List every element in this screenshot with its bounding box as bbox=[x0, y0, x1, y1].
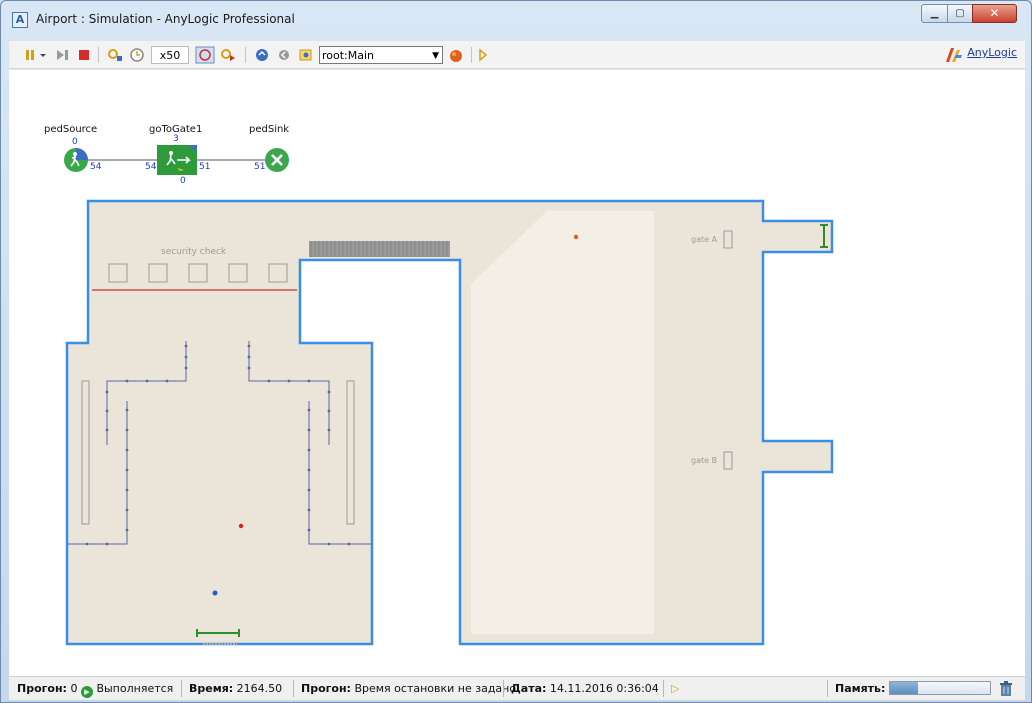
title-bar: A Airport : Simulation - AnyLogic Profes… bbox=[1, 1, 1031, 39]
anylogic-brand-label: AnyLogic bbox=[967, 46, 1017, 59]
date-status: Дата: 14.11.2016 0:36:04 bbox=[511, 682, 659, 695]
run-fast-icon[interactable] bbox=[219, 46, 237, 64]
close-button[interactable]: ✕ bbox=[972, 4, 1017, 23]
realtime-clock-icon[interactable] bbox=[128, 46, 146, 64]
stop-icon[interactable] bbox=[76, 46, 92, 64]
memory-label: Память: bbox=[835, 682, 886, 695]
navigate-back-icon[interactable] bbox=[275, 46, 293, 64]
airport-floor-plan bbox=[65, 199, 834, 646]
anylogic-logo-icon bbox=[946, 48, 963, 62]
model-animation bbox=[64, 145, 834, 646]
minimize-button[interactable]: ▁ bbox=[921, 4, 948, 23]
anylogic-brand-link[interactable]: AnyLogic bbox=[946, 46, 1017, 62]
status-separator bbox=[503, 680, 504, 697]
navigate-home-icon[interactable] bbox=[297, 46, 315, 64]
time-label: Время: bbox=[189, 682, 234, 695]
application-window: A Airport : Simulation - AnyLogic Profes… bbox=[0, 0, 1032, 703]
run-value: 0 bbox=[70, 682, 78, 695]
run-label: Прогон: bbox=[17, 682, 67, 695]
stop-label: Прогон: bbox=[301, 682, 351, 695]
pedestrian-agent[interactable] bbox=[573, 234, 579, 240]
navigate-up-icon[interactable] bbox=[253, 46, 271, 64]
run-state: Выполняется bbox=[96, 682, 174, 695]
experiment-select-value: root:Main bbox=[322, 49, 375, 62]
run-status: Прогон: 0 ▶ Выполняется bbox=[17, 682, 173, 698]
terminal-wall bbox=[65, 199, 834, 646]
model-time-icon[interactable] bbox=[106, 46, 124, 64]
pause-icon[interactable] bbox=[23, 46, 53, 64]
memory-value: 63M из 228M bbox=[922, 683, 976, 692]
ped-sink-icon[interactable] bbox=[265, 148, 289, 172]
date-label: Дата: bbox=[511, 682, 547, 695]
stop-value: Время остановки не задано bbox=[354, 682, 517, 695]
ped-source-icon[interactable] bbox=[64, 148, 88, 172]
go-to-gate-icon[interactable] bbox=[157, 145, 197, 175]
experiment-select[interactable]: root:Main ▼ bbox=[319, 46, 443, 64]
anylogic-app-icon: A bbox=[12, 12, 28, 28]
speed-field[interactable]: x50 bbox=[151, 46, 189, 64]
hall-floor-area bbox=[471, 211, 654, 634]
developer-panel-icon[interactable] bbox=[477, 46, 491, 64]
memory-bar: 63M из 228M bbox=[889, 681, 991, 695]
toolbar: x50 root:Main ▼ AnyLogic bbox=[9, 41, 1025, 69]
go-to-agent-icon[interactable] bbox=[447, 46, 465, 64]
step-icon[interactable] bbox=[55, 46, 71, 64]
memory-status: Память: bbox=[835, 682, 885, 695]
time-status: Время: 2164.50 bbox=[189, 682, 282, 695]
status-separator bbox=[293, 680, 294, 697]
escalator bbox=[309, 241, 450, 257]
trash-icon[interactable] bbox=[999, 681, 1013, 697]
memory-bar-fill bbox=[890, 682, 918, 694]
simulation-canvas[interactable]: pedSource goToGate1 pedSink 0 54 3 54 51… bbox=[9, 70, 1025, 676]
time-value: 2164.50 bbox=[236, 682, 283, 695]
toolbar-separator bbox=[245, 47, 246, 63]
maximize-button[interactable]: ▢ bbox=[947, 4, 973, 23]
stop-status: Прогон: Время остановки не задано bbox=[301, 682, 516, 695]
chevron-down-icon: ▼ bbox=[432, 51, 439, 61]
play-circle-icon: ▶ bbox=[80, 686, 93, 698]
pedestrian-agent[interactable] bbox=[238, 523, 244, 529]
toolbar-separator bbox=[98, 47, 99, 63]
gate-a-label: gate A bbox=[691, 235, 718, 244]
status-bar: Прогон: 0 ▶ Выполняется Время: 2164.50 П… bbox=[9, 676, 1025, 700]
security-check-label: security check bbox=[161, 247, 227, 257]
toolbar-separator bbox=[471, 47, 472, 63]
date-value: 14.11.2016 0:36:04 bbox=[549, 682, 659, 695]
status-separator bbox=[181, 680, 182, 697]
window-title: Airport : Simulation - AnyLogic Professi… bbox=[36, 12, 295, 26]
virtual-time-icon[interactable] bbox=[195, 46, 215, 64]
gate-b-label: gate B bbox=[691, 456, 718, 465]
pedestrian-agent[interactable] bbox=[212, 590, 218, 596]
developer-panel-icon[interactable]: ▷ bbox=[671, 682, 679, 695]
status-separator bbox=[663, 680, 664, 697]
status-separator bbox=[827, 680, 828, 697]
